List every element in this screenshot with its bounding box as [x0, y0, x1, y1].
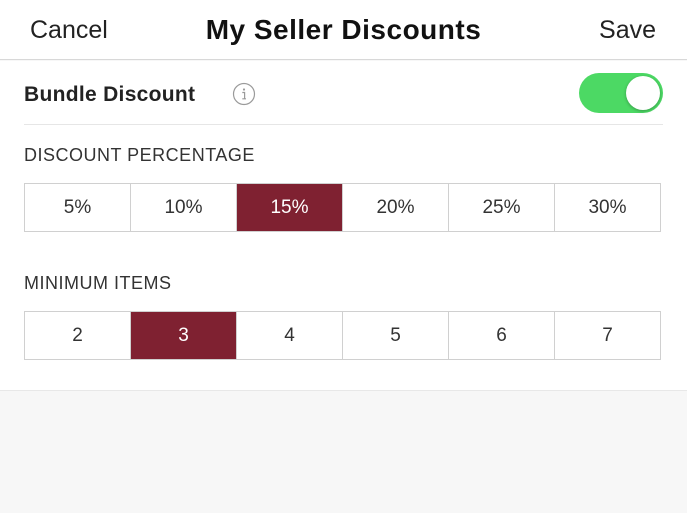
bundle-discount-label: Bundle Discount: [24, 83, 196, 106]
minimum-items-option[interactable]: 3: [131, 312, 237, 359]
toggle-knob: [626, 76, 660, 110]
discount-settings-panel: Bundle Discount DISCOUNT PERCENTAGE 5% 10…: [0, 61, 687, 391]
navigation-bar: Cancel My Seller Discounts Save: [0, 0, 687, 60]
discount-percentage-selector: 5% 10% 15% 20% 25% 30%: [24, 183, 661, 232]
minimum-items-option[interactable]: 7: [555, 312, 660, 359]
info-icon[interactable]: [232, 82, 256, 106]
discount-percentage-option[interactable]: 15%: [237, 184, 343, 231]
cancel-button[interactable]: Cancel: [30, 16, 108, 45]
minimum-items-selector: 234567: [24, 311, 661, 360]
discount-percentage-option[interactable]: 25%: [449, 184, 555, 231]
minimum-items-option[interactable]: 2: [25, 312, 131, 359]
discount-percentage-option[interactable]: 20%: [343, 184, 449, 231]
discount-percentage-header: DISCOUNT PERCENTAGE: [24, 145, 255, 165]
minimum-items-header: MINIMUM ITEMS: [24, 273, 172, 293]
bundle-discount-toggle[interactable]: [579, 73, 663, 113]
minimum-items-option[interactable]: 5: [343, 312, 449, 359]
minimum-items-option[interactable]: 4: [237, 312, 343, 359]
bundle-discount-row: Bundle Discount: [24, 61, 663, 125]
minimum-items-option[interactable]: 6: [449, 312, 555, 359]
discount-percentage-option[interactable]: 30%: [555, 184, 660, 231]
discount-percentage-option[interactable]: 10%: [131, 184, 237, 231]
save-button[interactable]: Save: [599, 16, 656, 45]
discount-percentage-option[interactable]: 5%: [25, 184, 131, 231]
